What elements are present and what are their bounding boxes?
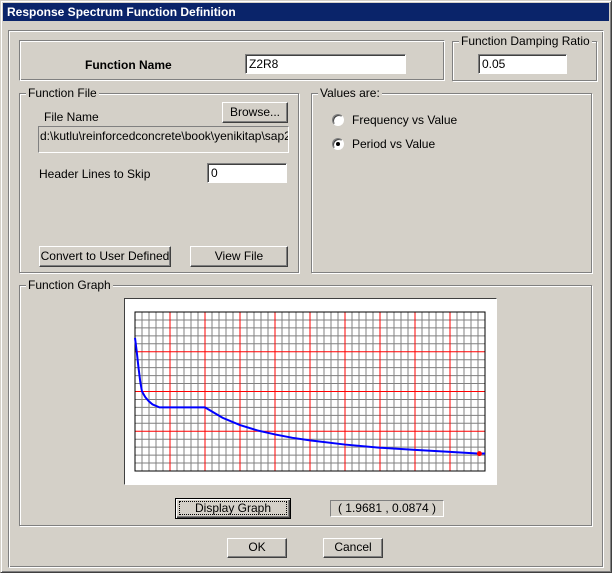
title-bar: Response Spectrum Function Definition — [3, 3, 609, 21]
response-spectrum-plot — [134, 311, 486, 472]
values-are-legend: Values are: — [318, 86, 382, 100]
file-path-field[interactable]: d:\kutlu\reinforcedconcrete\book\yenikit… — [38, 126, 289, 153]
function-name-input[interactable]: Z2R8 — [245, 54, 406, 74]
convert-to-user-defined-button[interactable]: Convert to User Defined — [39, 246, 171, 267]
graph-area[interactable] — [124, 298, 497, 485]
radio-label: Frequency vs Value — [352, 113, 458, 127]
header-lines-label: Header Lines to Skip — [39, 167, 151, 181]
function-name-label: Function Name — [85, 58, 172, 72]
radio-label: Period vs Value — [352, 137, 436, 151]
header-lines-input[interactable]: 0 — [207, 163, 287, 183]
ok-button[interactable]: OK — [227, 538, 287, 558]
function-file-legend: Function File — [26, 86, 99, 100]
function-graph-legend: Function Graph — [26, 278, 113, 292]
damping-legend: Function Damping Ratio — [459, 34, 592, 48]
damping-input[interactable]: 0.05 — [478, 54, 567, 74]
cursor-marker — [476, 451, 482, 457]
cursor-readout: ( 1.9681 , 0.0874 ) — [330, 500, 444, 517]
cancel-button[interactable]: Cancel — [323, 538, 383, 558]
file-name-label: File Name — [44, 110, 99, 124]
display-graph-label: Display Graph — [179, 501, 287, 515]
display-graph-button[interactable]: Display Graph — [175, 498, 291, 519]
radio-button[interactable] — [332, 138, 344, 150]
browse-button[interactable]: Browse... — [222, 102, 288, 123]
radio-button[interactable] — [332, 114, 344, 126]
view-file-button[interactable]: View File — [190, 246, 288, 267]
